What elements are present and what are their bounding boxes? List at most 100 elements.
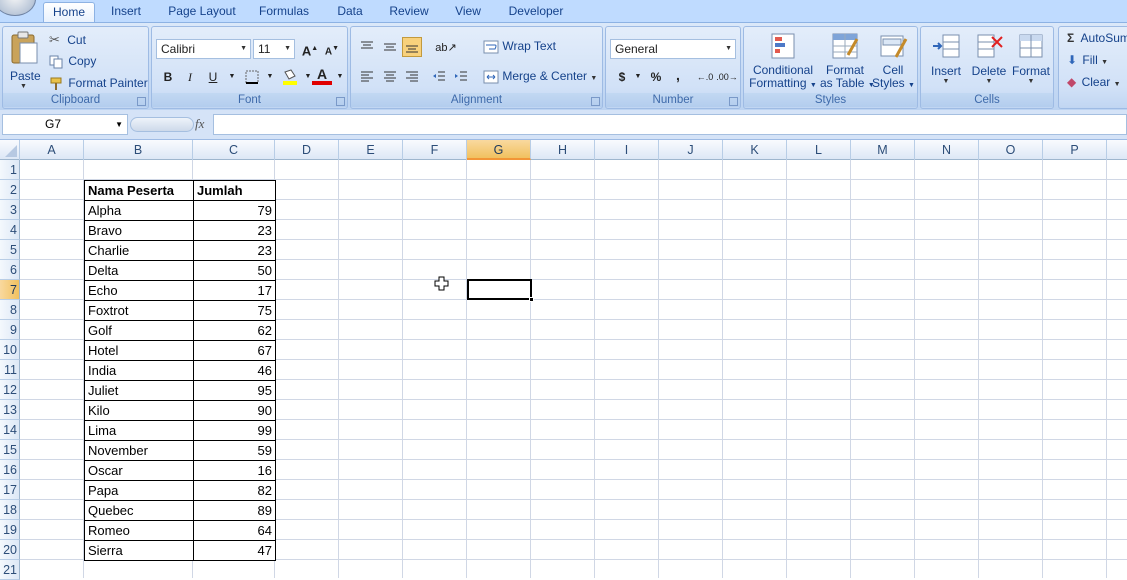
participant-name-cell[interactable]: Golf [84,320,194,340]
tab-home[interactable]: Home [43,2,95,22]
participant-name-cell[interactable]: Papa [84,480,194,500]
points-cell[interactable]: 82 [193,480,276,500]
participant-name-cell[interactable]: Hotel [84,340,194,360]
dialog-launcher-icon[interactable] [729,97,738,106]
dialog-launcher-icon[interactable] [591,97,600,106]
tab-developer[interactable]: Developer [504,2,568,22]
row-header-16[interactable]: 16 [0,460,20,480]
table-header-name[interactable]: Nama Peserta [84,180,194,200]
copy-button[interactable]: Copy [49,54,96,72]
participant-name-cell[interactable]: Bravo [84,220,194,240]
format-painter-button[interactable]: Format Painter [49,76,148,94]
participant-name-cell[interactable]: Kilo [84,400,194,420]
tab-insert[interactable]: Insert [103,2,149,22]
cell-styles-button[interactable]: Cell Styles ▼ [872,31,915,92]
percent-button[interactable]: % [646,67,666,87]
points-cell[interactable]: 59 [193,440,276,460]
row-header-10[interactable]: 10 [0,340,20,360]
table-header-points[interactable]: Jumlah Poin [193,180,276,217]
points-cell[interactable]: 47 [193,540,276,561]
dialog-launcher-icon[interactable] [137,97,146,106]
chevron-down-icon[interactable]: ▼ [115,115,123,134]
fill-color-icon[interactable] [280,67,300,87]
participant-name-cell[interactable]: Juliet [84,380,194,400]
row-header-14[interactable]: 14 [0,420,20,440]
participant-name-cell[interactable]: Alpha [84,200,194,220]
chevron-down-icon[interactable]: ▼ [330,67,350,87]
participant-name-cell[interactable]: Romeo [84,520,194,540]
cut-button[interactable]: ✂ Cut [49,32,86,50]
column-header-h[interactable]: H [531,140,595,160]
wrap-text-button[interactable]: Wrap Text [483,39,556,54]
points-cell[interactable]: 16 [193,460,276,480]
shrink-font-icon[interactable]: A▼ [322,39,342,59]
column-header-e[interactable]: E [339,140,403,160]
delete-cells-button[interactable]: Delete ▼ [969,31,1009,85]
participant-name-cell[interactable]: Oscar [84,460,194,480]
column-header-m[interactable]: M [851,140,915,160]
font-color-button[interactable]: A [312,65,332,85]
active-cell-g7[interactable] [467,279,532,300]
row-header-13[interactable]: 13 [0,400,20,420]
participant-name-cell[interactable]: Echo [84,280,194,300]
font-size-dropdown[interactable]: 11 ▼ [253,39,295,59]
row-header-9[interactable]: 9 [0,320,20,340]
points-cell[interactable]: 64 [193,520,276,540]
font-name-dropdown[interactable]: Calibri ▼ [156,39,251,59]
align-top-icon[interactable] [357,37,377,57]
points-cell[interactable]: 50 [193,260,276,280]
select-all-button[interactable] [0,140,20,160]
tab-formulas[interactable]: Formulas [254,2,314,22]
points-cell[interactable]: 89 [193,500,276,520]
row-header-7[interactable]: 7 [0,280,20,300]
row-header-4[interactable]: 4 [0,220,20,240]
points-cell[interactable]: 79 [193,200,276,220]
insert-cells-button[interactable]: Insert ▼ [925,31,967,85]
chevron-down-icon[interactable]: ▼ [260,67,280,87]
points-cell[interactable]: 46 [193,360,276,380]
column-header-n[interactable]: N [915,140,979,160]
autosum-button[interactable]: Σ AutoSum [1067,31,1127,45]
row-header-5[interactable]: 5 [0,240,20,260]
column-header-l[interactable]: L [787,140,851,160]
decrease-decimal-icon[interactable]: .00→ [716,67,738,87]
row-header-18[interactable]: 18 [0,500,20,520]
points-cell[interactable]: 75 [193,300,276,320]
row-header-2[interactable]: 2 [0,180,20,200]
column-header-p[interactable]: P [1043,140,1107,160]
column-header-o[interactable]: O [979,140,1043,160]
points-cell[interactable]: 23 [193,220,276,240]
participant-name-cell[interactable]: India [84,360,194,380]
points-cell[interactable]: 99 [193,420,276,440]
participant-name-cell[interactable]: Delta [84,260,194,280]
increase-indent-icon[interactable] [451,67,471,87]
points-cell[interactable]: 62 [193,320,276,340]
participant-name-cell[interactable]: Sierra [84,540,194,561]
points-cell[interactable]: 23 [193,240,276,260]
format-as-table-button[interactable]: Format as Table ▼ [820,31,875,92]
column-header-f[interactable]: F [403,140,467,160]
comma-style-button[interactable]: , [668,65,688,85]
points-cell[interactable]: 67 [193,340,276,360]
chevron-down-icon[interactable]: ▼ [222,67,242,87]
participant-name-cell[interactable]: Lima [84,420,194,440]
column-header-d[interactable]: D [275,140,339,160]
align-middle-icon[interactable] [380,37,400,57]
participant-name-cell[interactable]: Foxtrot [84,300,194,320]
row-header-3[interactable]: 3 [0,200,20,220]
formula-input[interactable] [213,114,1127,135]
participant-name-cell[interactable]: November [84,440,194,460]
conditional-formatting-button[interactable]: Conditional Formatting ▼ [748,31,818,92]
row-header-8[interactable]: 8 [0,300,20,320]
column-header-g[interactable]: G [467,140,531,160]
fill-handle[interactable] [529,297,534,302]
column-header-a[interactable]: A [20,140,84,160]
align-left-icon[interactable] [357,67,377,87]
format-cells-button[interactable]: Format ▼ [1010,31,1052,85]
column-header-k[interactable]: K [723,140,787,160]
paste-button[interactable]: Paste ▼ [9,31,41,90]
points-cell[interactable]: 17 [193,280,276,300]
number-format-dropdown[interactable]: General ▼ [610,39,736,59]
participant-name-cell[interactable]: Quebec [84,500,194,520]
name-box[interactable]: G7 ▼ [2,114,128,135]
